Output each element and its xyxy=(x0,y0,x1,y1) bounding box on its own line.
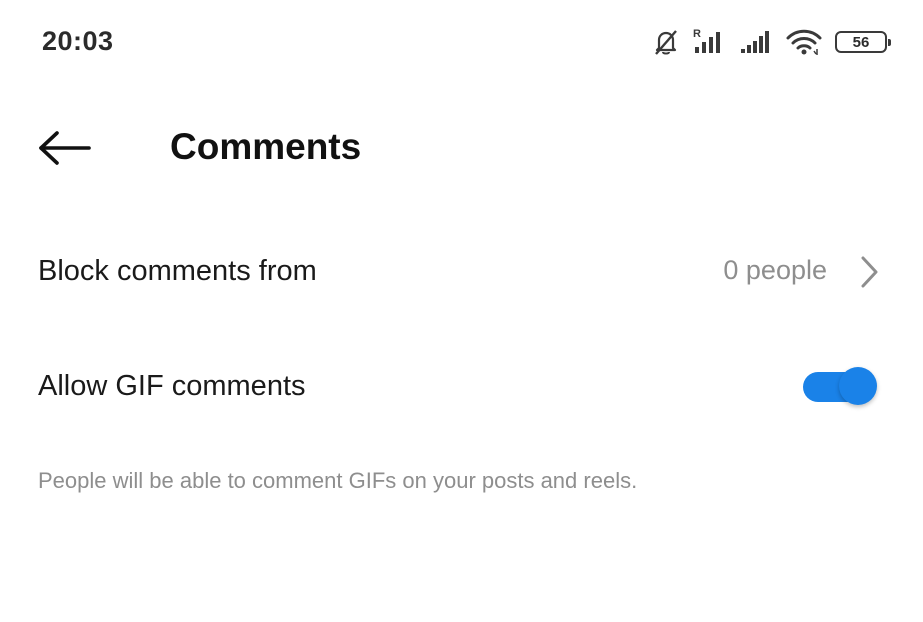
allow-gif-toggle[interactable] xyxy=(803,367,877,405)
page-header: Comments xyxy=(0,110,923,190)
signal-icon xyxy=(739,27,773,57)
allow-gif-row: Allow GIF comments xyxy=(0,347,923,427)
wifi-icon xyxy=(785,27,823,57)
page-title: Comments xyxy=(170,126,362,167)
back-button[interactable] xyxy=(30,122,100,178)
status-bar: 20:03 R 56 xyxy=(0,0,923,84)
battery-icon: 56 xyxy=(835,31,891,53)
svg-text:R: R xyxy=(693,28,701,40)
allow-gif-helper-text: People will be able to comment GIFs on y… xyxy=(38,468,638,493)
status-icons: R 56 xyxy=(651,24,891,60)
toggle-knob xyxy=(839,367,877,405)
arrow-left-icon xyxy=(37,128,93,173)
battery-level: 56 xyxy=(852,33,870,51)
allow-gif-label: Allow GIF comments xyxy=(38,370,306,402)
chevron-right-icon xyxy=(859,255,879,294)
bell-muted-icon xyxy=(651,27,681,57)
status-time: 20:03 xyxy=(42,26,114,56)
blocked-count: 0 people xyxy=(723,255,827,285)
block-comments-label: Block comments from xyxy=(38,255,317,287)
signal-roaming-icon: R xyxy=(693,27,727,57)
block-comments-row[interactable]: Block comments from 0 people xyxy=(0,231,923,311)
